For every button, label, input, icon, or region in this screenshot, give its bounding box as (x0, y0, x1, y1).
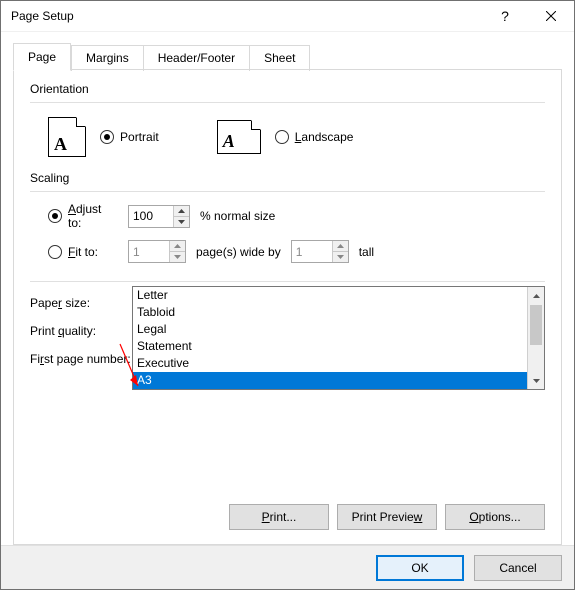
spinner-up[interactable] (170, 241, 185, 252)
radio-icon (100, 130, 114, 144)
tall-label: tall (359, 245, 374, 259)
spinner-down[interactable] (174, 217, 189, 227)
dialog-footer: OK Cancel (1, 545, 574, 589)
orientation-label: Orientation (30, 82, 545, 96)
tab-panel-page: Orientation A Portrait A Lands (13, 69, 562, 545)
radio-icon (48, 209, 62, 223)
close-icon (546, 11, 556, 21)
tab-page[interactable]: Page (13, 43, 71, 71)
adjust-to-spinner[interactable] (128, 205, 190, 228)
spinner-up[interactable] (174, 206, 189, 217)
dropdown-item-a3[interactable]: A3 (133, 372, 527, 389)
fit-wide-input[interactable] (129, 241, 169, 262)
help-button[interactable]: ? (482, 1, 528, 31)
fit-tall-input[interactable] (292, 241, 332, 262)
options-button[interactable]: Options... (445, 504, 545, 530)
fit-tall-spinner[interactable] (291, 240, 349, 263)
adjust-to-input[interactable] (129, 206, 173, 227)
tab-sheet[interactable]: Sheet (250, 45, 310, 71)
close-button[interactable] (528, 1, 574, 31)
adjust-to-radio[interactable]: Adjust to: (48, 202, 118, 230)
dropdown-scrollbar[interactable] (527, 287, 544, 389)
tab-strip: Page Margins Header/Footer Sheet (13, 44, 562, 70)
scroll-down[interactable] (528, 372, 544, 389)
dropdown-item-statement[interactable]: Statement (133, 338, 527, 355)
scroll-up[interactable] (528, 287, 544, 304)
tab-margins[interactable]: Margins (71, 45, 144, 71)
cancel-button[interactable]: Cancel (474, 555, 562, 581)
dropdown-item-letter[interactable]: Letter (133, 287, 527, 304)
landscape-radio[interactable]: Landscape (275, 130, 354, 144)
fit-wide-spinner[interactable] (128, 240, 186, 263)
normal-size-label: % normal size (200, 209, 275, 223)
paper-size-label: Paper size: (30, 296, 132, 310)
tab-header-footer[interactable]: Header/Footer (144, 45, 250, 71)
window-title: Page Setup (11, 9, 74, 23)
portrait-radio[interactable]: Portrait (100, 130, 159, 144)
spinner-down[interactable] (333, 252, 348, 262)
spinner-down[interactable] (170, 252, 185, 262)
ok-button[interactable]: OK (376, 555, 464, 581)
radio-icon (48, 245, 62, 259)
dropdown-item-legal[interactable]: Legal (133, 321, 527, 338)
radio-icon (275, 130, 289, 144)
spinner-up[interactable] (333, 241, 348, 252)
landscape-icon: A (217, 120, 261, 154)
scaling-label: Scaling (30, 171, 545, 185)
page-setup-dialog: Page Setup ? Page Margins Header/Footer … (0, 0, 575, 590)
pages-wide-label: page(s) wide by (196, 245, 281, 259)
print-button[interactable]: Print... (229, 504, 329, 530)
dropdown-item-tabloid[interactable]: Tabloid (133, 304, 527, 321)
dropdown-item-executive[interactable]: Executive (133, 355, 527, 372)
print-preview-button[interactable]: Print Preview (337, 504, 437, 530)
paper-size-dropdown: Letter Tabloid Legal Statement Executive… (132, 286, 545, 390)
titlebar: Page Setup ? (1, 1, 574, 32)
fit-to-radio[interactable]: Fit to: (48, 245, 118, 259)
scroll-thumb[interactable] (530, 305, 542, 345)
portrait-icon: A (48, 117, 86, 157)
